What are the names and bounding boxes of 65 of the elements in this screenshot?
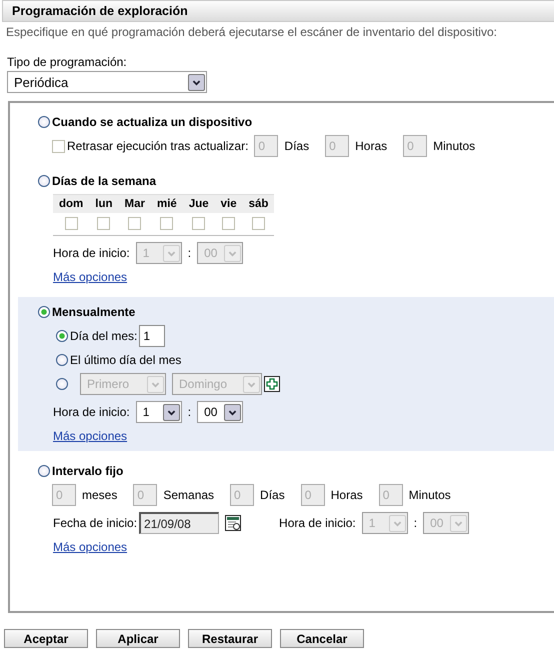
day-header: Jue [182, 194, 215, 213]
caret-icon [147, 376, 164, 392]
day-header: mié [150, 194, 183, 213]
caret-icon [162, 244, 180, 262]
day-header: dom [53, 194, 90, 213]
dropdown[interactable]: 00 [197, 401, 244, 423]
caret-icon [224, 404, 242, 420]
caret-icon [243, 376, 260, 392]
radio-label: El último día del mes [70, 353, 182, 367]
action-button[interactable]: Aplicar [96, 629, 180, 648]
time-separator: : [188, 246, 192, 260]
time-separator: : [188, 405, 192, 419]
unit-label: Días [284, 139, 310, 153]
add-icon[interactable] [264, 376, 280, 392]
panel-header: Programación de exploración [2, 0, 554, 22]
unit-label: Días [260, 488, 285, 502]
radio-button[interactable] [38, 175, 50, 187]
day-header: Mar [118, 194, 151, 213]
caret-icon [162, 404, 180, 420]
unit-label: Horas [355, 139, 388, 153]
field-label: Hora de inicio: [279, 516, 356, 530]
checkbox[interactable] [160, 217, 174, 230]
action-button[interactable]: Aceptar [4, 629, 88, 648]
day-header: sáb [242, 194, 274, 213]
checkbox[interactable] [192, 217, 206, 230]
day-header: lun [89, 194, 119, 213]
description-text: Especifique en qué programación deberá ejecutarse el escáner de inventario del dispositivo: [5, 24, 498, 39]
dropdown[interactable]: 1 [136, 401, 182, 423]
field-label: Tipo de programación: [7, 55, 128, 69]
checkbox[interactable] [252, 217, 266, 230]
more-options-link[interactable]: Más opciones [53, 270, 128, 284]
calendar-icon[interactable] [225, 515, 242, 531]
unit-label: Minutos [408, 488, 451, 502]
section-title: Días de la semana [52, 174, 156, 188]
action-button[interactable]: Cancelar [280, 629, 364, 648]
radio-button[interactable] [38, 306, 50, 318]
checkbox[interactable] [64, 217, 78, 230]
dropdown[interactable]: Periódica [7, 71, 207, 93]
checkbox[interactable] [222, 217, 236, 230]
section-title: Cuando se actualiza un dispositivo [52, 115, 252, 129]
caret-icon [388, 514, 406, 532]
unit-label: Semanas [163, 488, 214, 502]
caret-icon [450, 514, 468, 532]
radio-label: Día del mes: [70, 329, 138, 343]
number-field[interactable]: 1 [139, 325, 166, 347]
unit-label: Horas [330, 488, 363, 502]
day-header: vie [214, 194, 243, 213]
section-title: Intervalo fijo [52, 464, 124, 478]
checkbox[interactable] [97, 217, 110, 230]
caret-icon [224, 244, 242, 262]
section-title: Mensualmente [52, 305, 136, 319]
unit-label: Minutos [433, 139, 476, 153]
radio-button[interactable] [56, 330, 68, 342]
caret-icon [188, 74, 205, 90]
action-button[interactable]: Restaurar [188, 629, 272, 648]
radio-button[interactable] [56, 354, 68, 366]
field-label: Hora de inicio: [53, 246, 130, 260]
unit-label: meses [82, 488, 118, 502]
radio-button[interactable] [38, 116, 50, 128]
more-options-link[interactable]: Más opciones [53, 429, 128, 443]
field-label: Hora de inicio: [53, 405, 130, 419]
field-label: Fecha de inicio: [53, 516, 138, 530]
checkbox-label: Retrasar ejecución tras actualizar: [67, 139, 248, 153]
time-separator: : [414, 516, 418, 530]
checkbox[interactable] [128, 217, 142, 230]
